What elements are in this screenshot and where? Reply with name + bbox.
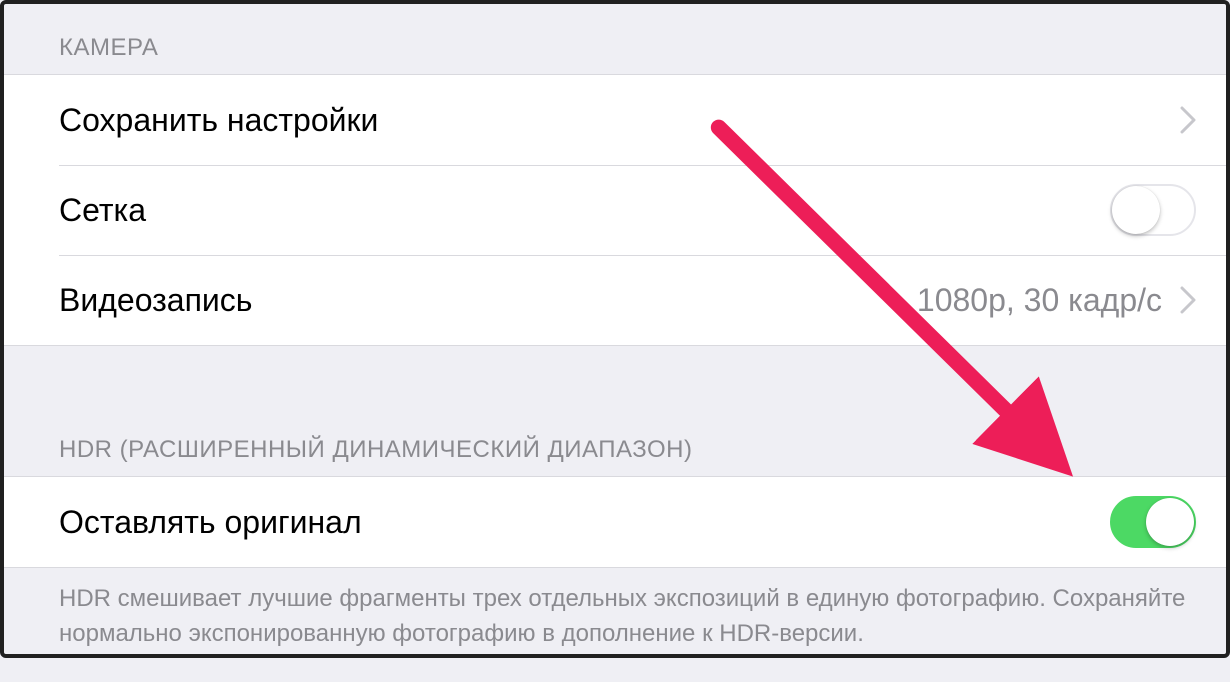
group-hdr: Оставлять оригинал [4,476,1226,568]
row-detail-record-video: 1080p, 30 кадр/с [917,282,1162,319]
row-preserve-settings[interactable]: Сохранить настройки [4,75,1226,165]
section-footer-hdr: HDR смешивает лучшие фрагменты трех отде… [4,568,1226,682]
row-keep-normal-photo[interactable]: Оставлять оригинал [4,477,1226,567]
toggle-knob [1146,498,1194,546]
row-label-preserve-settings: Сохранить настройки [59,102,1180,139]
toggle-knob [1112,186,1160,234]
section-spacer [4,346,1226,406]
section-header-camera: КАМЕРА [4,4,1226,74]
toggle-grid[interactable] [1110,184,1196,236]
toggle-keep-normal-photo[interactable] [1110,496,1196,548]
chevron-right-icon [1180,106,1196,134]
section-header-hdr: HDR (РАСШИРЕННЫЙ ДИНАМИЧЕСКИЙ ДИАПАЗОН) [4,406,1226,476]
group-camera: Сохранить настройки Сетка Видеозапись 10… [4,74,1226,346]
row-label-keep-normal-photo: Оставлять оригинал [59,504,1110,541]
row-record-video[interactable]: Видеозапись 1080p, 30 кадр/с [4,255,1226,345]
row-grid[interactable]: Сетка [4,165,1226,255]
chevron-right-icon [1180,286,1196,314]
row-label-grid: Сетка [59,192,1110,229]
row-label-record-video: Видеозапись [59,282,917,319]
